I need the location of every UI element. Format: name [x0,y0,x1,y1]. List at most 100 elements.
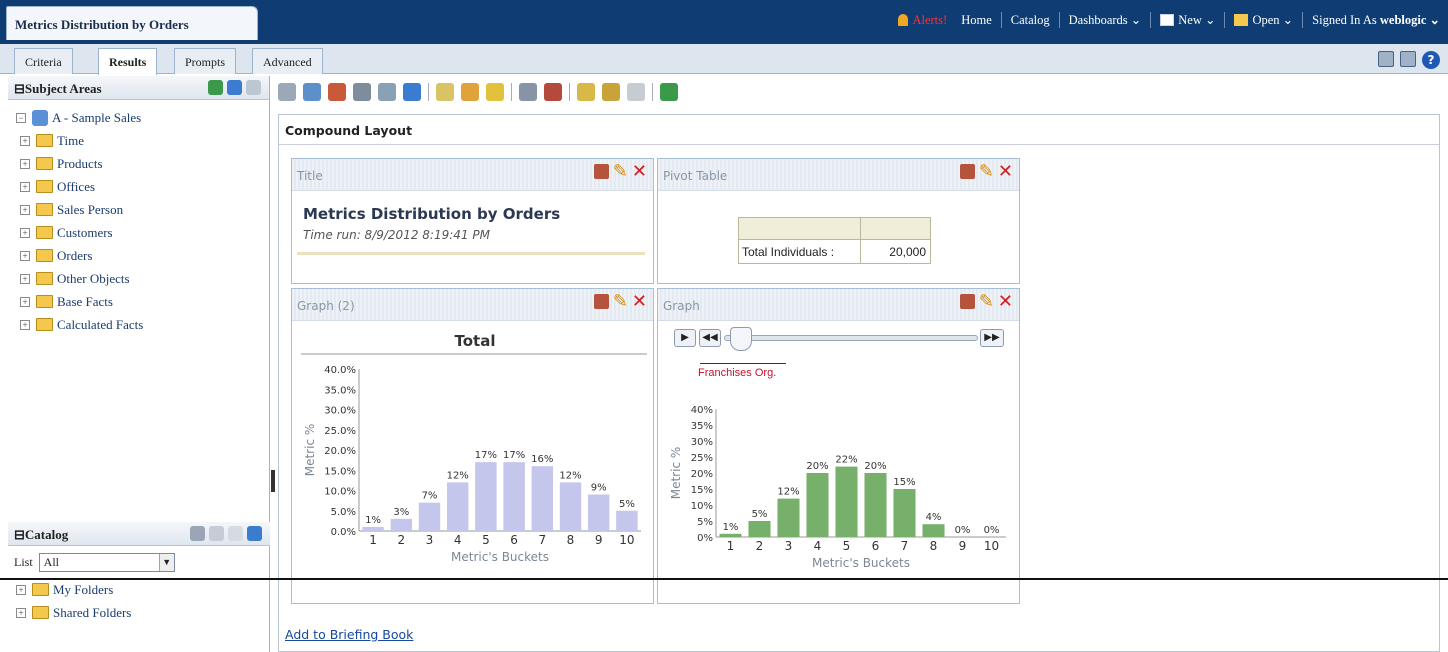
tree-root[interactable]: − A - Sample Sales [16,106,269,129]
chevron-down-icon[interactable]: ▼ [158,553,174,571]
data-label: 16% [531,454,553,465]
play-button[interactable]: ▶ [674,329,696,347]
print-icon[interactable] [278,83,296,101]
tree-folder[interactable]: + Base Facts [16,290,269,313]
edit-view-icon[interactable]: ✎ [979,293,994,311]
y-tick-label: 30.0% [324,406,356,417]
expand-icon[interactable]: + [20,227,30,238]
x-tick-label: 5 [843,539,851,553]
add-to-briefing-book-link[interactable]: Add to Briefing Book [285,627,413,642]
step-forward-button[interactable]: ▶▶ [980,329,1004,347]
data-label: 20% [806,461,828,472]
collapse-subject-areas-icon[interactable]: ⊟ [14,81,25,96]
expand-icon[interactable]: + [20,135,30,146]
view-properties-icon[interactable] [461,83,479,101]
slider-track[interactable] [724,335,978,341]
add-subject-area-icon[interactable] [208,80,223,95]
edit-view-icon[interactable]: ✎ [613,293,628,311]
delete-layout-icon[interactable] [544,83,562,101]
catalog-panel: ⊟Catalog List All ▼ + My Folders + Shared Fo… [8,522,270,652]
collapse-catalog-icon[interactable]: ⊟ [14,527,25,542]
dashboards-menu[interactable]: Dashboards ⌄ [1069,12,1142,28]
save-as-icon[interactable] [1400,51,1416,67]
slider-thumb[interactable] [730,327,752,351]
catalog-search-icon[interactable] [209,526,224,541]
tree-folder[interactable]: + Other Objects [16,267,269,290]
bar [922,524,945,537]
alert-bell-icon[interactable] [898,14,909,26]
tab-results[interactable]: Results [98,48,158,75]
expand-icon[interactable]: + [20,273,30,284]
compound-layout-icon[interactable] [486,83,504,101]
catalog-link[interactable]: Catalog [1011,13,1050,28]
refresh-icon[interactable] [227,80,242,95]
expand-icon[interactable]: + [16,584,26,595]
layout-copy-icon[interactable] [602,83,620,101]
refresh-results-icon[interactable] [403,83,421,101]
step-back-button[interactable]: ◀◀ [699,329,721,347]
alerts-link[interactable]: Alerts! [912,13,947,28]
catalog-edit-icon[interactable] [228,526,243,541]
expand-icon[interactable]: + [20,204,30,215]
sort-icon[interactable] [660,83,678,101]
edit-view-icon[interactable]: ✎ [979,163,994,181]
layout-add-icon[interactable] [577,83,595,101]
catalog-refresh-icon[interactable] [247,526,262,541]
catalog-folder[interactable]: + Shared Folders [16,601,270,624]
preview-icon[interactable] [353,83,371,101]
tree-folder[interactable]: + Orders [16,244,269,267]
tree-folder[interactable]: + Time [16,129,269,152]
tab-criteria[interactable]: Criteria [14,48,73,74]
filter-icon[interactable] [246,80,261,95]
pivot-table-view: Pivot Table ✎ ✕ Total Individuals :20,000 [657,158,1020,284]
catalog-list-select[interactable]: All ▼ [38,552,175,572]
tree-folder[interactable]: + Products [16,152,269,175]
expand-icon[interactable]: + [20,250,30,261]
remove-view-icon[interactable] [593,294,609,309]
close-icon[interactable]: ✕ [632,293,647,311]
user-menu[interactable]: weblogic ⌄ [1380,12,1440,28]
remove-view-icon[interactable] [959,294,975,309]
layout-remove-icon[interactable] [627,83,645,101]
new-icon [1160,14,1175,26]
tab-prompts[interactable]: Prompts [174,48,237,74]
header-actions: ? [1378,51,1440,69]
close-icon[interactable]: ✕ [998,163,1013,181]
save-icon[interactable] [1378,51,1394,67]
tree-folder[interactable]: + Customers [16,221,269,244]
close-icon[interactable]: ✕ [998,293,1013,311]
collapse-icon[interactable]: − [16,112,26,123]
remove-view-icon[interactable] [959,164,975,179]
tree-folder[interactable]: + Offices [16,175,269,198]
help-icon[interactable]: ? [1422,51,1440,69]
expand-icon[interactable]: + [20,296,30,307]
export-icon[interactable] [303,83,321,101]
expand-icon[interactable]: + [20,158,30,169]
new-view-icon[interactable] [436,83,454,101]
edit-view-icon[interactable]: ✎ [613,163,628,181]
data-label: 7% [422,491,438,502]
expand-icon[interactable]: + [16,607,26,618]
expand-icon[interactable]: + [20,181,30,192]
graph-view: Graph ✎ ✕ ▶ ◀◀ ▶▶ Franchises Org. 0% 5% 10%… [657,288,1020,604]
tab-advanced[interactable]: Advanced [252,48,323,74]
close-icon[interactable]: ✕ [632,163,647,181]
catalog-new-icon[interactable] [190,526,205,541]
panel-splitter[interactable] [271,470,275,492]
new-menu[interactable]: New ⌄ [1178,12,1215,28]
home-link[interactable]: Home [961,13,992,28]
compound-layout-title: Compound Layout [279,115,1439,145]
schedule-icon[interactable] [328,83,346,101]
x-tick-label: 3 [426,533,434,547]
calculator-icon[interactable] [519,83,537,101]
folder-icon [32,606,49,619]
tree-folder[interactable]: + Sales Person [16,198,269,221]
folder-icon [36,318,53,331]
expand-icon[interactable]: + [20,319,30,330]
tree-folder[interactable]: + Calculated Facts [16,313,269,336]
tree-folder-label: Other Objects [57,270,130,286]
remove-view-icon[interactable] [593,164,609,179]
catalog-folder[interactable]: + My Folders [16,578,270,601]
print-preview-icon[interactable] [378,83,396,101]
open-menu[interactable]: Open ⌄ [1252,12,1293,28]
